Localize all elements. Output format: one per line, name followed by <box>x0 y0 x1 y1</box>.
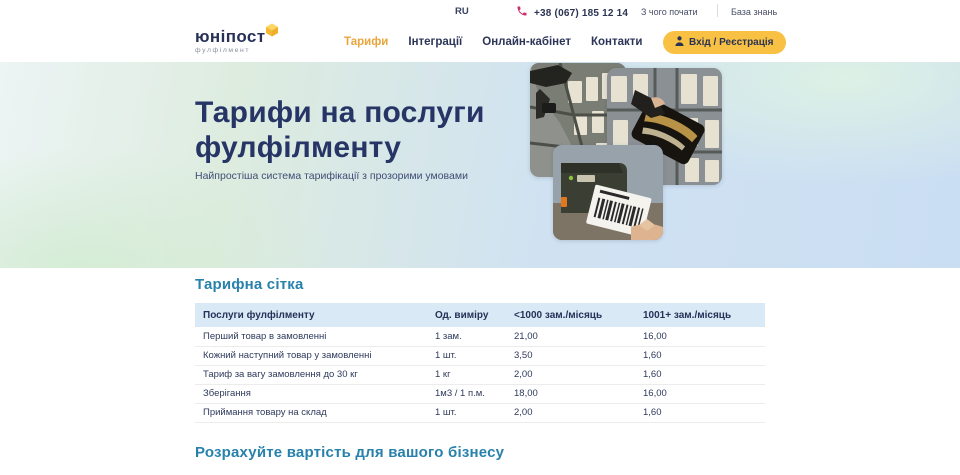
table-cell: 16,00 <box>641 327 765 346</box>
table-cell: Перший товар в замовленні <box>195 327 433 346</box>
pricing-table-body: Перший товар в замовленні1 зам.21,0016,0… <box>195 327 765 422</box>
utility-bar: RU +38 (067) 185 12 14 З чого почати Баз… <box>0 0 960 22</box>
table-header-row: Послуги фулфілменту Од. виміру <1000 зам… <box>195 303 765 327</box>
table-cell: 16,00 <box>641 384 765 403</box>
table-row: Приймання товару на склад1 шт.2,001,60 <box>195 403 765 422</box>
nav-online-cabinet[interactable]: Онлайн-кабінет <box>482 36 571 48</box>
col-unit: Од. виміру <box>433 303 512 327</box>
main-header: юніпост фулфілмент Тарифи Інтеграції Онл… <box>0 22 960 62</box>
logo[interactable]: юніпост фулфілмент <box>195 28 266 54</box>
table-cell: 1,60 <box>641 403 765 422</box>
table-cell: 1м3 / 1 п.м. <box>433 384 512 403</box>
table-cell: 1,60 <box>641 346 765 365</box>
phone-number: +38 (067) 185 12 14 <box>534 8 628 19</box>
table-row: Кожний наступний товар у замовленні1 шт.… <box>195 346 765 365</box>
label-printer-photo <box>553 145 663 240</box>
table-row: Зберігання1м3 / 1 п.м.18,0016,00 <box>195 384 765 403</box>
login-button-label: Вхід / Реєстрація <box>689 37 774 48</box>
nav-tariffs[interactable]: Тарифи <box>344 36 388 48</box>
calculator-heading: Розрахуйте вартість для вашого бізнесу <box>195 444 504 461</box>
user-icon <box>675 36 684 49</box>
login-button[interactable]: Вхід / Реєстрація <box>663 31 786 54</box>
main-nav: Тарифи Інтеграції Онлайн-кабінет Контакт… <box>344 36 642 48</box>
link-getting-started[interactable]: З чого почати <box>641 7 698 17</box>
table-cell: Тариф за вагу замовлення до 30 кг <box>195 365 433 384</box>
table-cell: 1 шт. <box>433 403 512 422</box>
hero-title: Тарифи на послуги фулфілменту <box>195 96 545 166</box>
table-cell: 1,60 <box>641 365 765 384</box>
logo-tagline: фулфілмент <box>195 47 266 54</box>
pricing-table-head: Послуги фулфілменту Од. виміру <1000 зам… <box>195 303 765 327</box>
table-row: Тариф за вагу замовлення до 30 кг1 кг2,0… <box>195 365 765 384</box>
table-cell: Кожний наступний товар у замовленні <box>195 346 433 365</box>
table-cell: 2,00 <box>512 403 641 422</box>
table-cell: Зберігання <box>195 384 433 403</box>
table-cell: 1 шт. <box>433 346 512 365</box>
nav-integrations[interactable]: Інтеграції <box>408 36 462 48</box>
table-cell: 1 зам. <box>433 327 512 346</box>
col-service: Послуги фулфілменту <box>195 303 433 327</box>
table-cell: 18,00 <box>512 384 641 403</box>
hero-subtitle: Найпростіша система тарифікації з прозор… <box>195 170 468 182</box>
nav-contacts[interactable]: Контакти <box>591 36 642 48</box>
phone-link[interactable]: +38 (067) 185 12 14 <box>516 4 628 22</box>
table-row: Перший товар в замовленні1 зам.21,0016,0… <box>195 327 765 346</box>
language-switcher[interactable]: RU <box>455 6 469 17</box>
hero-section: Тарифи на послуги фулфілменту Найпростіш… <box>0 62 960 268</box>
phone-icon <box>516 4 528 22</box>
col-under-1000: <1000 зам./місяць <box>512 303 641 327</box>
table-cell: 2,00 <box>512 365 641 384</box>
table-cell: 1 кг <box>433 365 512 384</box>
pricing-table: Послуги фулфілменту Од. виміру <1000 зам… <box>195 303 765 423</box>
link-knowledge-base[interactable]: База знань <box>731 7 777 17</box>
logo-cube-icon <box>265 23 279 37</box>
table-cell: 3,50 <box>512 346 641 365</box>
table-cell: 21,00 <box>512 327 641 346</box>
page: RU +38 (067) 185 12 14 З чого почати Баз… <box>0 0 960 475</box>
table-cell: Приймання товару на склад <box>195 403 433 422</box>
logo-text: юніпост <box>195 28 266 45</box>
topbar-divider <box>717 4 718 17</box>
pricing-heading: Тарифна сітка <box>195 276 304 293</box>
col-over-1001: 1001+ зам./місяць <box>641 303 765 327</box>
